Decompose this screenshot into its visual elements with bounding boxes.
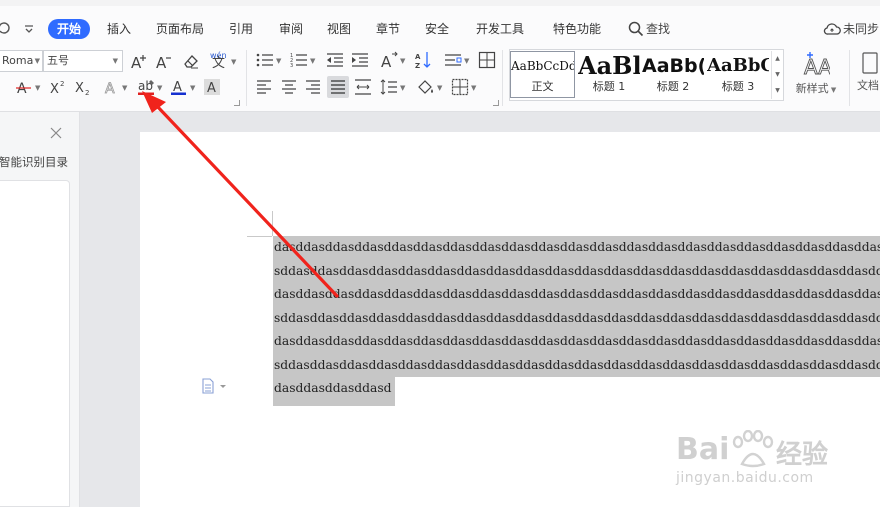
baidu-url: jingyan.baidu.com [676,470,814,486]
baidu-watermark: Bai 经验 jingyan.baidu.com [676,430,876,492]
baidu-brand-right: 经验 [776,440,829,470]
baidu-brand-left: Bai [676,432,730,467]
arrow-shaft [154,103,339,298]
baidu-paw-logo [732,430,774,468]
